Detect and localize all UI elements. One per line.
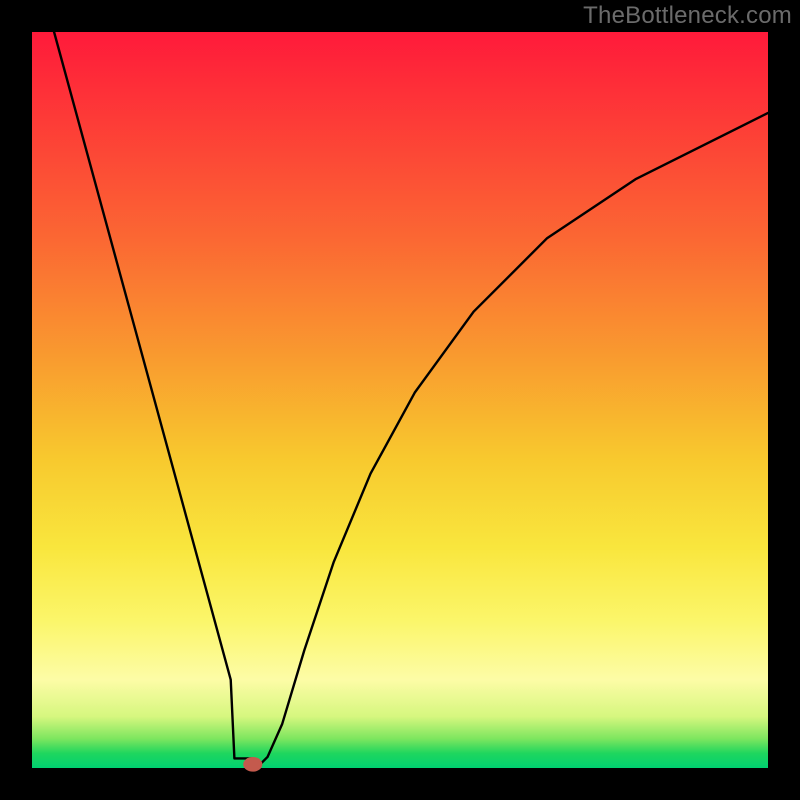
chart-frame: TheBottleneck.com [0, 0, 800, 800]
plot-area [32, 32, 768, 768]
minimum-marker [243, 757, 262, 772]
watermark-text: TheBottleneck.com [583, 2, 792, 30]
curve-svg [32, 32, 768, 768]
bottleneck-curve [54, 32, 768, 768]
